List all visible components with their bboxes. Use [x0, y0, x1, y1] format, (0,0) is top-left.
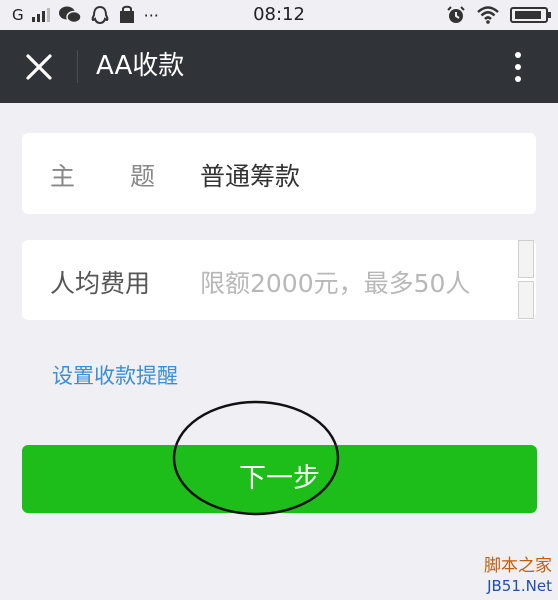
scroll-handle-bottom[interactable] — [518, 281, 534, 319]
watermark: 脚本之家 JB51.Net — [484, 556, 552, 596]
more-menu-icon[interactable] — [512, 50, 524, 84]
close-icon[interactable] — [24, 52, 54, 82]
page-title: AA收款 — [96, 51, 185, 81]
subject-value[interactable]: 普通筹款 — [200, 157, 300, 193]
status-right — [446, 4, 551, 26]
subject-label-1: 主 — [50, 162, 76, 191]
title-divider — [77, 50, 78, 83]
subject-field[interactable]: 主 题 普通筹款 — [22, 133, 536, 214]
amount-input-placeholder[interactable]: 限额2000元，最多50人 — [200, 264, 470, 300]
wifi-icon — [477, 6, 499, 24]
scroll-handle-top[interactable] — [518, 240, 534, 278]
amount-label: 人均费用 — [50, 269, 151, 298]
per-person-amount-field[interactable]: 人均费用 限额2000元，最多50人 — [22, 240, 536, 320]
alarm-icon — [447, 6, 465, 23]
battery-icon — [510, 7, 551, 23]
set-reminder-link[interactable]: 设置收款提醒 — [52, 360, 178, 390]
subject-label-2: 题 — [130, 162, 156, 191]
watermark-line2: JB51.Net — [487, 577, 552, 595]
watermark-line1: 脚本之家 — [484, 556, 552, 576]
next-step-button[interactable]: 下一步 — [22, 445, 537, 513]
status-bar: G ··· 08:12 — [0, 0, 558, 30]
title-bar: AA收款 — [0, 30, 558, 103]
